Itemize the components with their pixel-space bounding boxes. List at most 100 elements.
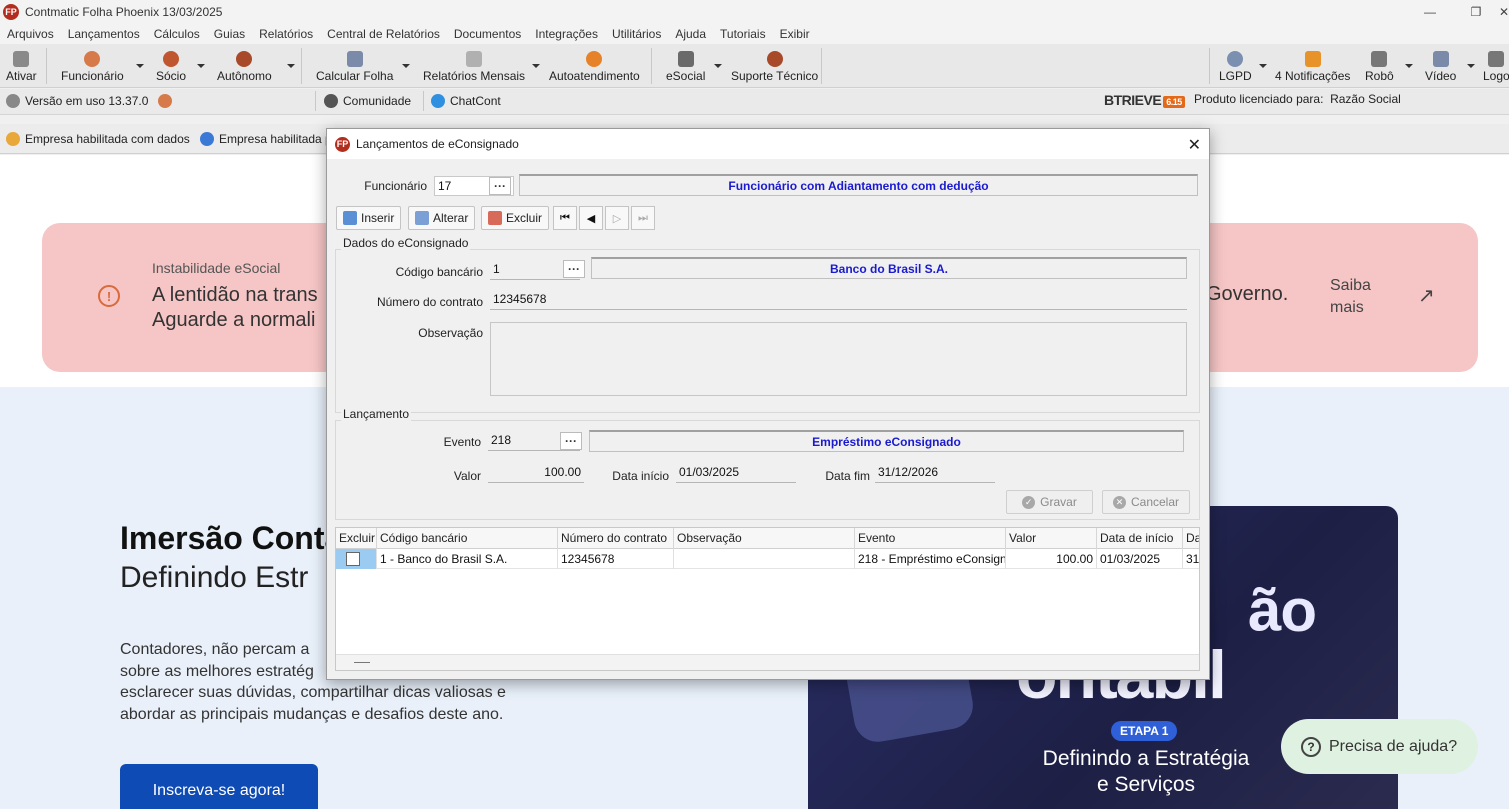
btrieve-logo: BTRIEVE 6.15 xyxy=(1104,92,1185,108)
first-record-icon[interactable]: ⏮ xyxy=(553,206,577,230)
suporte-tecnico-button[interactable]: Suporte Técnico xyxy=(731,46,818,86)
evento-lookup-button[interactable]: ··· xyxy=(560,432,582,450)
funcionario-lookup-button[interactable]: ··· xyxy=(489,177,511,195)
excluir-checkbox[interactable] xyxy=(346,552,360,566)
col-valor[interactable]: Valor xyxy=(1006,528,1097,549)
data-fim-input[interactable]: 31/12/2026 xyxy=(875,463,995,483)
saiba-mais-link[interactable]: Saiba mais xyxy=(1330,275,1371,319)
robo-button[interactable]: Robô xyxy=(1365,46,1394,86)
numero-contrato-label: Número do contrato xyxy=(376,295,483,309)
col-codigo-bancario[interactable]: Código bancário xyxy=(377,528,558,549)
esocial-dropdown-icon[interactable] xyxy=(714,64,722,68)
footer-dash xyxy=(354,662,370,663)
relatorios-dropdown-icon[interactable] xyxy=(532,64,540,68)
last-record-icon[interactable]: ⏭ xyxy=(631,206,655,230)
menu-documentos[interactable]: Documentos xyxy=(454,27,521,41)
menu-guias[interactable]: Guias xyxy=(214,27,245,41)
lgpd-button[interactable]: LGPD xyxy=(1219,46,1252,86)
check-icon: ✓ xyxy=(1022,495,1036,509)
observacao-textarea[interactable] xyxy=(490,322,1187,396)
window-title: Contmatic Folha Phoenix 13/03/2025 xyxy=(25,4,223,19)
valor-label: Valor xyxy=(453,469,481,483)
evento-cell: 218 - Empréstimo eConsign xyxy=(855,549,1006,569)
menu-tutoriais[interactable]: Tutoriais xyxy=(720,27,766,41)
menu-utilitarios[interactable]: Utilitários xyxy=(612,27,661,41)
title-bar: FP Contmatic Folha Phoenix 13/03/2025 — … xyxy=(0,0,1509,23)
numero-contrato-input[interactable]: 12345678 xyxy=(490,290,1187,310)
video-button[interactable]: Vídeo xyxy=(1425,46,1456,86)
col-numero-contrato[interactable]: Número do contrato xyxy=(558,528,674,549)
insert-icon xyxy=(343,211,357,225)
empresa-dados-item[interactable]: Empresa habilitada com dados xyxy=(6,132,190,146)
valor-input[interactable]: 100.00 xyxy=(488,463,584,483)
chatcont-button[interactable]: ChatCont xyxy=(431,94,501,108)
cancelar-button[interactable]: ✕ Cancelar xyxy=(1102,490,1190,514)
menu-calculos[interactable]: Cálculos xyxy=(154,27,200,41)
logout-button[interactable]: Logo xyxy=(1483,46,1509,86)
restore-button[interactable]: ❐ xyxy=(1453,0,1499,23)
calcular-dropdown-icon[interactable] xyxy=(402,64,410,68)
excluir-button[interactable]: Excluir xyxy=(481,206,550,230)
company-icon xyxy=(6,132,20,146)
socio-button[interactable]: Sócio xyxy=(156,46,186,86)
gravar-button[interactable]: ✓ Gravar xyxy=(1006,490,1093,514)
close-icon[interactable]: ✕ xyxy=(1188,135,1201,155)
comunidade-button[interactable]: Comunidade xyxy=(324,94,411,108)
app-logo-icon: FP xyxy=(335,136,350,152)
help-chat-button[interactable]: ? Precisa de ajuda? xyxy=(1281,719,1478,774)
col-data-inicio[interactable]: Data de início xyxy=(1097,528,1183,549)
relatorios-mensais-button[interactable]: Relatórios Mensais xyxy=(423,46,525,86)
menu-relatorios[interactable]: Relatórios xyxy=(259,27,313,41)
alert-message-end: Governo. xyxy=(1206,283,1289,305)
delete-icon xyxy=(488,211,502,225)
codigo-bancario-lookup-button[interactable]: ··· xyxy=(563,260,585,278)
autoatendimento-button[interactable]: Autoatendimento xyxy=(549,46,640,86)
table-header: Excluir Código bancário Número do contra… xyxy=(336,528,1199,549)
col-evento[interactable]: Evento xyxy=(855,528,1006,549)
calcular-folha-button[interactable]: Calcular Folha xyxy=(316,46,393,86)
menu-arquivos[interactable]: Arquivos xyxy=(7,27,54,41)
chat-icon xyxy=(431,94,445,108)
table-row[interactable]: 1 - Banco do Brasil S.A. 12345678 218 - … xyxy=(336,549,1199,569)
robo-dropdown-icon[interactable] xyxy=(1405,64,1413,68)
data-inicio-input[interactable]: 01/03/2025 xyxy=(676,463,796,483)
video-icon xyxy=(1432,51,1449,67)
col-excluir[interactable]: Excluir xyxy=(336,528,377,549)
col-observacao[interactable]: Observação xyxy=(674,528,855,549)
arrow-up-right-icon[interactable]: ↗ xyxy=(1418,283,1435,308)
excluir-cell[interactable] xyxy=(336,549,377,569)
data-inicio-cell: 01/03/2025 xyxy=(1097,549,1183,569)
report-icon xyxy=(466,51,483,67)
table-footer xyxy=(336,654,1199,670)
community-icon xyxy=(324,94,338,108)
menu-ajuda[interactable]: Ajuda xyxy=(675,27,706,41)
menu-exibir[interactable]: Exibir xyxy=(780,27,810,41)
autonomo-button[interactable]: Autônomo xyxy=(217,46,272,86)
video-dropdown-icon[interactable] xyxy=(1467,64,1475,68)
next-record-icon[interactable]: ▷ xyxy=(605,206,629,230)
col-data-fim[interactable]: Da xyxy=(1183,528,1199,549)
eye-icon xyxy=(1227,51,1244,67)
esocial-button[interactable]: eSocial xyxy=(666,46,705,86)
edit-icon xyxy=(415,211,429,225)
previous-record-icon[interactable]: ◀ xyxy=(579,206,603,230)
alterar-button[interactable]: Alterar xyxy=(408,206,476,230)
dialog-title-bar: FP Lançamentos de eConsignado ✕ xyxy=(327,129,1209,159)
versao-info[interactable]: Versão em uso 13.37.0 xyxy=(6,94,177,108)
funcionario-button[interactable]: Funcionário xyxy=(61,46,124,86)
notificacoes-button[interactable]: 4 Notificações xyxy=(1275,46,1350,86)
menu-central-relatorios[interactable]: Central de Relatórios xyxy=(327,27,440,41)
minimize-button[interactable]: — xyxy=(1407,0,1453,23)
funcionario-dropdown-icon[interactable] xyxy=(136,64,144,68)
menu-integracoes[interactable]: Integrações xyxy=(535,27,598,41)
inscreva-se-button[interactable]: Inscreva-se agora! xyxy=(120,764,318,809)
ativar-button[interactable]: Ativar xyxy=(6,46,37,86)
empresa-habilitada-item[interactable]: Empresa habilitada p xyxy=(200,132,332,146)
lgpd-dropdown-icon[interactable] xyxy=(1259,64,1267,68)
user-icon xyxy=(158,94,173,108)
socio-dropdown-icon[interactable] xyxy=(197,64,205,68)
inserir-button[interactable]: Inserir xyxy=(336,206,402,230)
menu-lancamentos[interactable]: Lançamentos xyxy=(68,27,140,41)
autonomo-dropdown-icon[interactable] xyxy=(287,64,295,68)
close-window-button[interactable]: ✕ xyxy=(1499,0,1509,23)
